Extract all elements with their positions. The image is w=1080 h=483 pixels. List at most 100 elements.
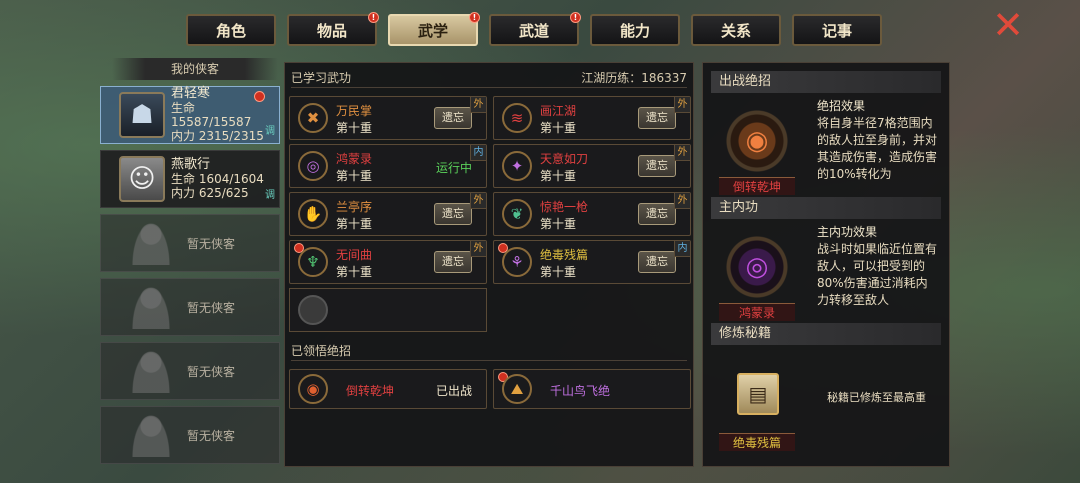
- swirl-icon: ◉: [298, 374, 328, 404]
- tab-label: 武学: [417, 21, 448, 40]
- learned-title: 已学习武功: [291, 71, 352, 85]
- tab-label: 能力: [619, 21, 650, 40]
- move-card[interactable]: ⛰ 千山鸟飞绝: [493, 369, 691, 409]
- tab-label: 角色: [215, 21, 246, 40]
- hero-roster: 我的侠客 ☗ 君轻寒 生命 15587/15587 内力 2315/2315 调…: [100, 58, 280, 464]
- forget-button[interactable]: 遗忘: [434, 251, 472, 273]
- skill-type-tag: 外: [470, 193, 486, 209]
- skill-type-tag: 外: [674, 145, 690, 161]
- skill-card[interactable]: ◎ 鸿蒙录 第十重 运行中 内: [289, 144, 487, 188]
- spear-icon: ❦: [502, 199, 532, 229]
- hero-flag: 调: [265, 190, 275, 201]
- tab-martial-path[interactable]: 武道!: [489, 12, 581, 46]
- wave-icon: ≋: [502, 103, 532, 133]
- forget-button[interactable]: 遗忘: [638, 203, 676, 225]
- music-icon: ♆: [298, 247, 328, 277]
- skill-type-tag: 外: [674, 193, 690, 209]
- tab-label: 物品: [316, 21, 347, 40]
- skill-name: 万民掌: [336, 104, 373, 118]
- battle-move-header: 出战绝招: [711, 71, 941, 93]
- inner-effect-desc: 战斗时如果临近位置有敌人，可以把受到的80%伤害通过消耗内力转移至敌人: [817, 242, 937, 307]
- running-status: 运行中: [435, 161, 472, 175]
- alert-icon: !: [368, 12, 379, 23]
- skill-name: 鸿蒙录: [336, 152, 373, 166]
- empty-hero-slot[interactable]: 暂无侠客: [100, 278, 280, 336]
- book-icon[interactable]: ▤: [737, 373, 779, 415]
- mastered-title: 已领悟绝招: [291, 344, 352, 358]
- hand-icon: ✋: [298, 199, 328, 229]
- forget-button[interactable]: 遗忘: [434, 203, 472, 225]
- blade-icon: ✦: [502, 151, 532, 181]
- tab-label: 武道: [518, 21, 549, 40]
- skill-level: 第十重: [540, 265, 577, 279]
- experience-value: 江湖历练：186337: [581, 71, 687, 85]
- tab-character[interactable]: 角色: [186, 14, 276, 46]
- forget-button[interactable]: 遗忘: [638, 155, 676, 177]
- skill-name: 绝毒残篇: [540, 248, 589, 262]
- close-icon[interactable]: ✕: [990, 6, 1026, 44]
- skill-type-tag: 外: [674, 97, 690, 113]
- skill-type-tag: 内: [674, 241, 690, 257]
- skill-level: 第十重: [336, 265, 373, 279]
- skill-level: 第十重: [540, 217, 577, 231]
- inner-skill-block: ◎ 鸿蒙录 主内功效果 战斗时如果临近位置有敌人，可以把受到的80%伤害通过消耗…: [711, 219, 941, 323]
- mastered-grid: ◉ 倒转乾坤 已出战 ⛰ 千山鸟飞绝: [285, 361, 693, 421]
- skill-level: 第十重: [336, 217, 373, 231]
- skill-type-tag: 外: [470, 97, 486, 113]
- forget-button[interactable]: 遗忘: [638, 107, 676, 129]
- empty-hero-slot[interactable]: 暂无侠客: [100, 406, 280, 464]
- empty-label: 暂无侠客: [187, 364, 236, 379]
- manual-note: 秘籍已修炼至最高重: [827, 391, 926, 404]
- skill-card[interactable]: ≋ 画江湖 第十重 遗忘 外: [493, 96, 691, 140]
- hero-card[interactable]: ☺ 燕歌行 生命 1604/1604 内力 625/625 调: [100, 150, 280, 208]
- empty-label: 暂无侠客: [187, 300, 236, 315]
- hero-hp: 生命 1604/1604: [171, 172, 264, 186]
- skill-card[interactable]: ✖ 万民掌 第十重 遗忘 外: [289, 96, 487, 140]
- tab-journal[interactable]: 记事: [792, 14, 882, 46]
- tab-abilities[interactable]: 能力: [590, 14, 680, 46]
- skill-type-tag: 外: [470, 241, 486, 257]
- manual-header: 修炼秘籍: [711, 323, 941, 345]
- mountain-icon: ⛰: [502, 374, 532, 404]
- skill-card[interactable]: ✦ 天意如刀 第十重 遗忘 外: [493, 144, 691, 188]
- skill-name: 无间曲: [336, 248, 373, 262]
- skill-card[interactable]: ✋ 兰亭序 第十重 遗忘 外: [289, 192, 487, 236]
- empty-hero-slot[interactable]: 暂无侠客: [100, 342, 280, 400]
- hero-info: 燕歌行 生命 1604/1604 内力 625/625: [171, 157, 264, 201]
- hero-card[interactable]: ☗ 君轻寒 生命 15587/15587 内力 2315/2315 调: [100, 86, 280, 144]
- skill-name: 兰亭序: [336, 200, 373, 214]
- battle-effect-title: 绝招效果: [817, 99, 866, 113]
- skill-type-tag: 内: [470, 145, 486, 161]
- tab-label: 关系: [720, 21, 751, 40]
- deployed-status: 已出战: [435, 384, 472, 398]
- move-card[interactable]: ◉ 倒转乾坤 已出战: [289, 369, 487, 409]
- alert-icon: !: [469, 12, 480, 23]
- empty-label: 暂无侠客: [187, 236, 236, 251]
- forget-button[interactable]: 遗忘: [638, 251, 676, 273]
- skill-level: 第十重: [336, 169, 373, 183]
- hero-portrait-icon: ☺: [119, 156, 165, 202]
- alert-icon: !: [570, 12, 581, 23]
- forget-button[interactable]: 遗忘: [434, 107, 472, 129]
- swirl-icon[interactable]: ◉: [723, 107, 791, 175]
- tab-bar: 角色 物品! 武学! 武道! 能力 关系 记事: [186, 12, 882, 46]
- battle-move-block: ◉ 倒转乾坤 绝招效果 将自身半径7格范围内的敌人拉至身前，并对其造成伤害，造成…: [711, 93, 941, 197]
- skill-level: 第十重: [540, 121, 577, 135]
- vortex-icon[interactable]: ◎: [723, 233, 791, 301]
- skill-card[interactable]: ⚘ 绝毒残篇 第十重 遗忘 内: [493, 240, 691, 284]
- silhouette-icon: [131, 285, 171, 329]
- skill-card[interactable]: ❦ 惊艳一枪 第十重 遗忘 外: [493, 192, 691, 236]
- battle-effect-desc: 将自身半径7格范围内的敌人拉至身前，并对其造成伤害，造成伤害的10%转化为: [817, 116, 937, 181]
- tab-items[interactable]: 物品!: [287, 12, 379, 46]
- roster-title: 我的侠客: [112, 58, 278, 80]
- manual-name: 绝毒残篇: [719, 433, 795, 451]
- empty-hero-slot[interactable]: 暂无侠客: [100, 214, 280, 272]
- hero-name: 燕歌行: [171, 157, 211, 172]
- skill-card[interactable]: ♆ 无间曲 第十重 遗忘 外: [289, 240, 487, 284]
- empty-skill-slot[interactable]: [289, 288, 487, 332]
- manual-block: ▤ 绝毒残篇 秘籍已修炼至最高重: [711, 345, 941, 455]
- empty-label: 暂无侠客: [187, 428, 236, 443]
- tab-relations[interactable]: 关系: [691, 14, 781, 46]
- inner-skill-header: 主内功: [711, 197, 941, 219]
- tab-martial-arts[interactable]: 武学!: [388, 12, 480, 46]
